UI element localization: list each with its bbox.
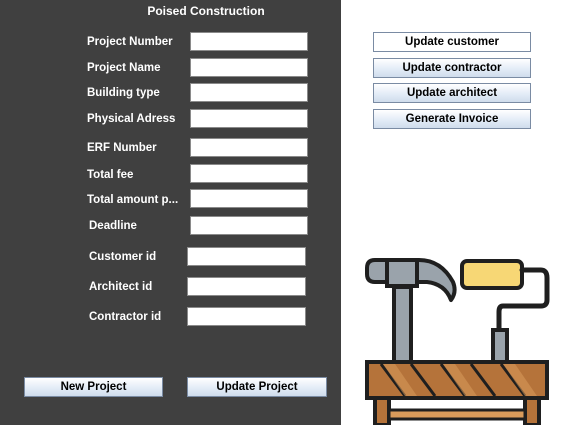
update-contractor-button[interactable]: Update contractor [373, 58, 531, 78]
label-contractor-id: Contractor id [89, 311, 162, 323]
app-title: Poised Construction [147, 4, 265, 18]
update-project-button[interactable]: Update Project [187, 377, 327, 397]
deadline-input[interactable] [190, 216, 308, 235]
label-physical-address: Physical Adress [87, 113, 176, 125]
new-project-button[interactable]: New Project [24, 377, 163, 397]
total-amount-paid-input[interactable] [190, 189, 308, 208]
contractor-id-input[interactable] [187, 307, 306, 326]
label-total-amount-paid: Total amount p... [87, 194, 179, 206]
project-number-input[interactable] [190, 32, 308, 51]
generate-invoice-button[interactable]: Generate Invoice [373, 109, 531, 129]
app-window: Poised Construction Project Number Proje… [0, 0, 587, 425]
label-project-number: Project Number [87, 36, 173, 48]
erf-number-input[interactable] [190, 138, 308, 157]
physical-address-input[interactable] [190, 109, 308, 128]
update-customer-button[interactable]: Update customer [373, 32, 531, 52]
building-type-input[interactable] [190, 83, 308, 102]
label-deadline: Deadline [89, 220, 137, 232]
customer-id-input[interactable] [187, 247, 306, 266]
label-project-name: Project Name [87, 62, 161, 74]
total-fee-input[interactable] [190, 164, 308, 183]
label-architect-id: Architect id [89, 281, 153, 293]
project-name-input[interactable] [190, 58, 308, 77]
label-customer-id: Customer id [89, 251, 157, 263]
construction-tools-icon [361, 252, 557, 425]
update-architect-button[interactable]: Update architect [373, 83, 531, 103]
label-building-type: Building type [87, 87, 160, 99]
architect-id-input[interactable] [187, 277, 306, 296]
label-erf-number: ERF Number [87, 142, 157, 154]
label-total-fee: Total fee [87, 169, 134, 181]
